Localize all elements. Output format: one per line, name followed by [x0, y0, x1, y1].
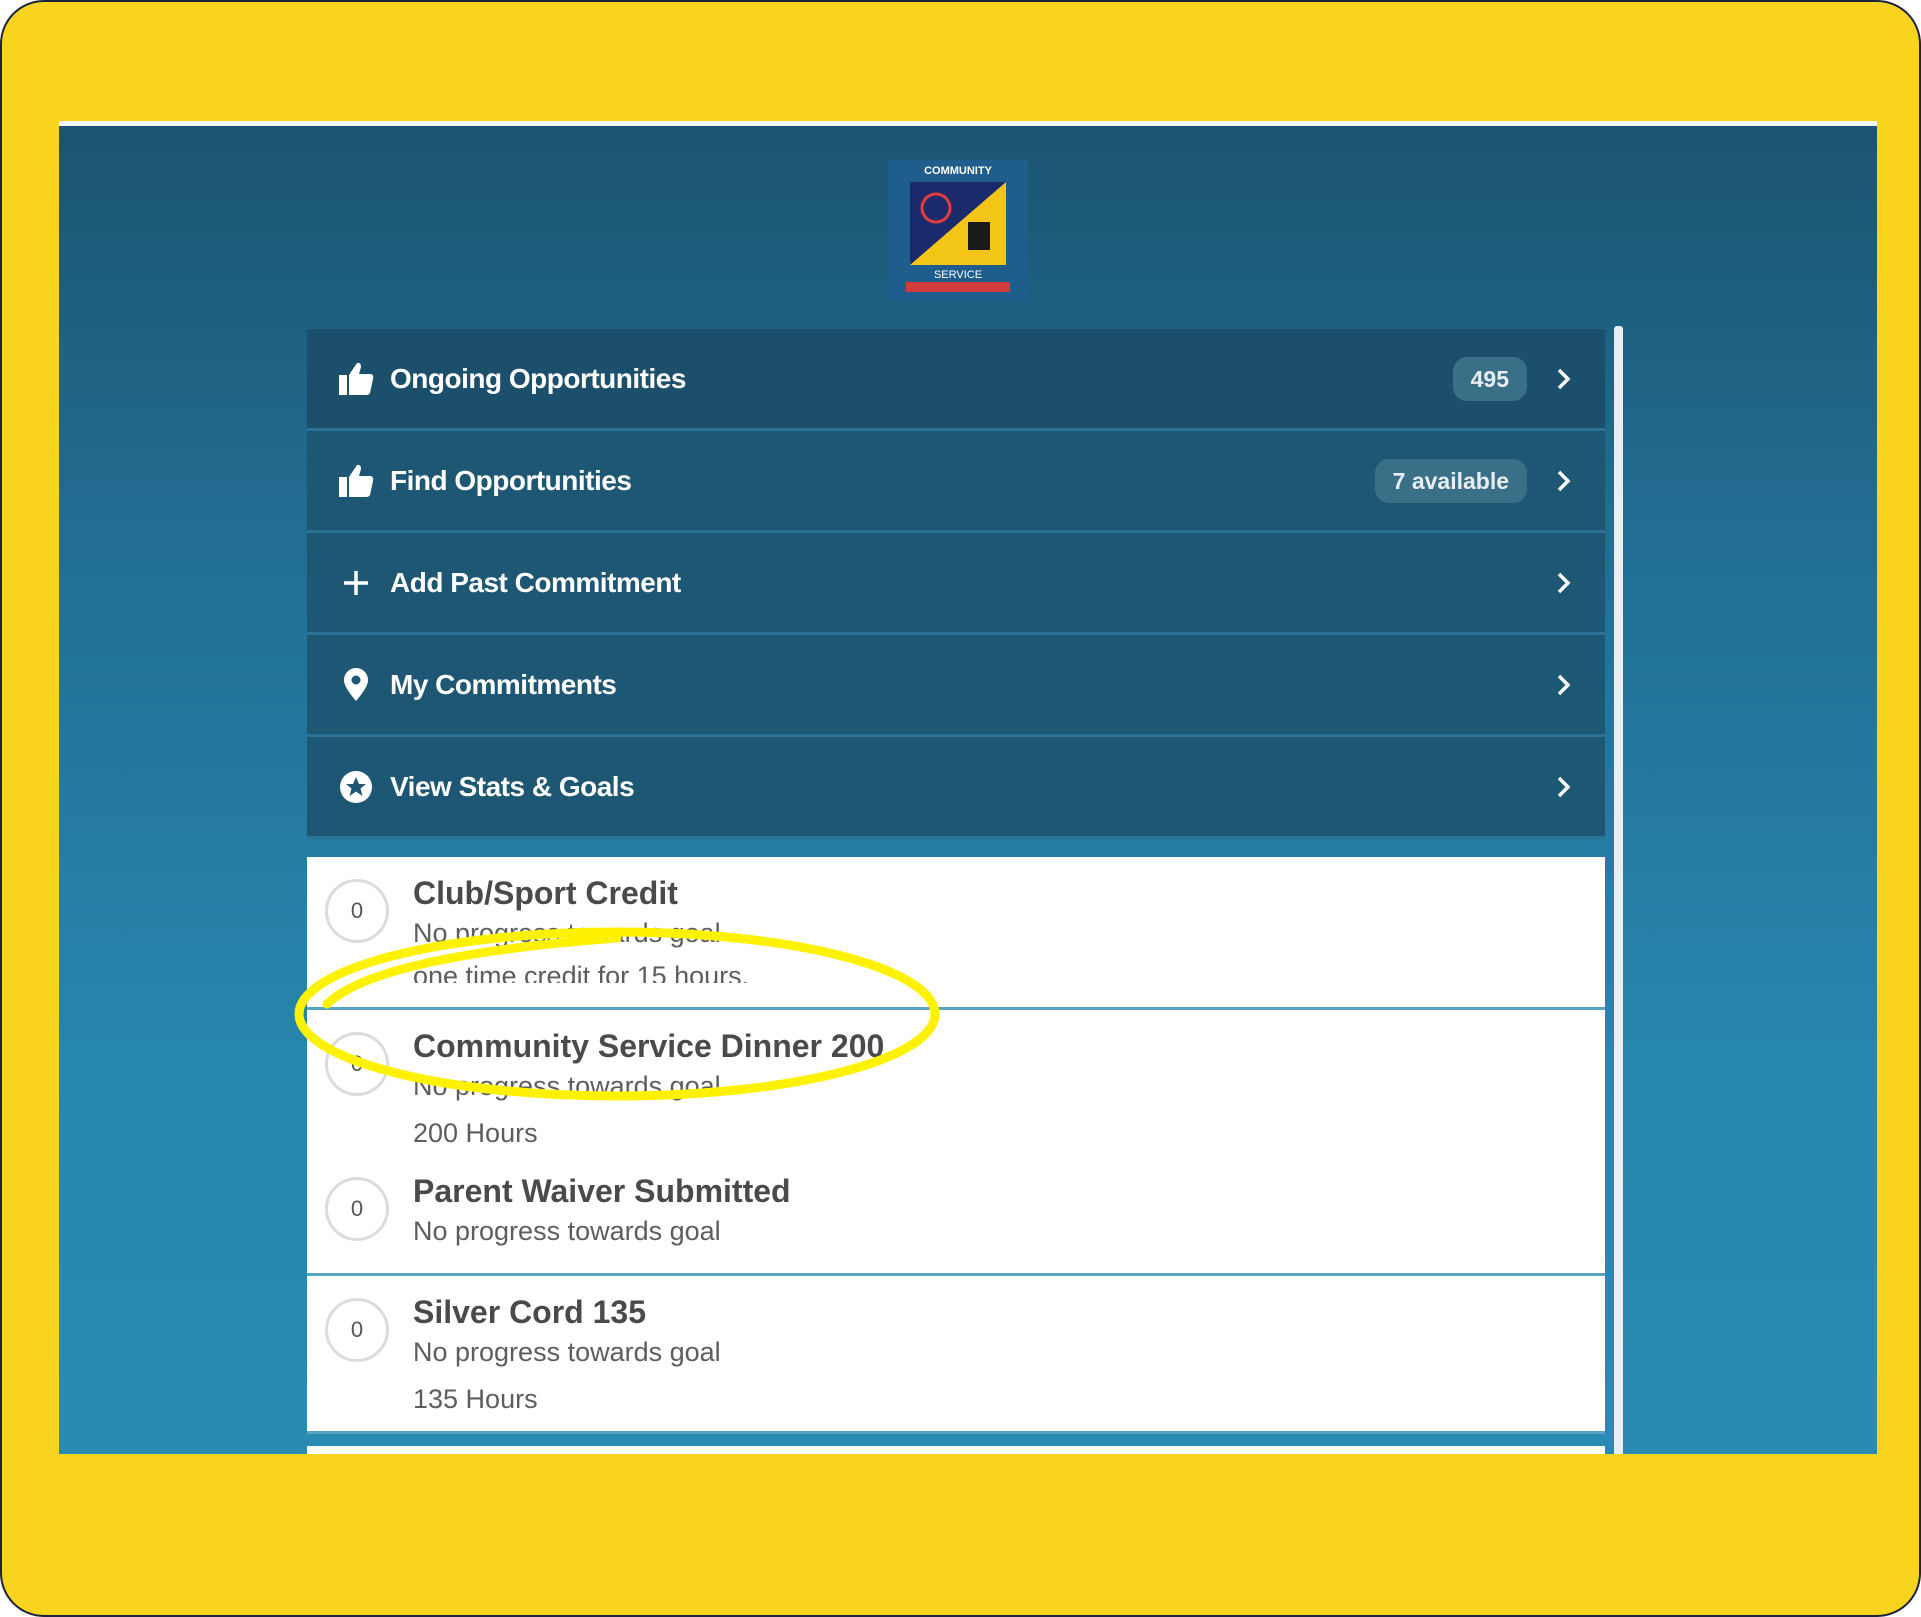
menu-item-add-past-commitment[interactable]: Add Past Commitment	[307, 533, 1605, 635]
goal-status: No progress towards goal	[413, 1337, 721, 1367]
goal-card[interactable]: 0 Club/Sport Credit No progress towards …	[307, 857, 1605, 1010]
goal-progress-circle: 0	[325, 1177, 389, 1241]
thumbs-up-icon	[332, 457, 380, 505]
goal-item[interactable]: 0 Parent Waiver Submitted No progress to…	[307, 1149, 1605, 1247]
star-circle-icon	[332, 763, 380, 811]
goal-progress-circle: 0	[325, 1298, 389, 1362]
goal-card[interactable]: 0 Community Service Dinner 200 No progre…	[307, 1010, 1605, 1276]
plus-icon	[332, 559, 380, 607]
menu-label: Ongoing Opportunities	[390, 362, 686, 394]
outer-frame: COMMUNITY SERVICE Ongoing Opportunities …	[0, 0, 1921, 1617]
menu-label: Add Past Commitment	[390, 566, 681, 598]
goal-status: No progress towards goal	[413, 1216, 721, 1246]
count-badge: 495	[1452, 356, 1527, 401]
goal-title: Silver Cord 135	[413, 1294, 646, 1330]
goal-title: Club/Sport Credit	[413, 875, 678, 911]
menu-item-find-opportunities[interactable]: Find Opportunities 7 available	[307, 431, 1605, 533]
goal-detail: one time credit for 15 hours.	[413, 961, 750, 983]
goal-title: Parent Waiver Submitted	[413, 1173, 791, 1209]
community-service-logo: COMMUNITY SERVICE	[888, 160, 1028, 300]
main-panel: Ongoing Opportunities 495 Find Opportuni…	[307, 329, 1605, 1434]
goal-detail: 200 Hours	[413, 1118, 538, 1148]
menu-item-ongoing-opportunities[interactable]: Ongoing Opportunities 495	[307, 329, 1605, 431]
goal-item[interactable]: 0 Silver Cord 135 No progress towards go…	[307, 1276, 1605, 1415]
goal-status: No progress towards goal	[413, 918, 721, 948]
chevron-right-icon	[1557, 470, 1571, 491]
menu-label: My Commitments	[390, 668, 617, 700]
chevron-right-icon	[1557, 368, 1571, 389]
goal-card[interactable]: 0 Silver Cord 135 No progress towards go…	[307, 1276, 1605, 1434]
goal-status: No progress towards goal	[413, 1071, 721, 1101]
menu-item-my-commitments[interactable]: My Commitments	[307, 635, 1605, 737]
goal-progress-circle: 0	[325, 1032, 389, 1096]
goal-detail: 135 Hours	[413, 1384, 538, 1414]
available-badge: 7 available	[1374, 458, 1527, 503]
goal-item[interactable]: 0 Community Service Dinner 200 No progre…	[307, 1010, 1605, 1149]
menu-label: View Stats & Goals	[390, 770, 635, 802]
menu-item-view-stats-goals[interactable]: View Stats & Goals	[307, 737, 1605, 839]
app-screen: COMMUNITY SERVICE Ongoing Opportunities …	[59, 121, 1877, 1454]
goal-item[interactable]: 0 Club/Sport Credit No progress towards …	[307, 857, 1605, 983]
svg-text:SERVICE: SERVICE	[934, 269, 982, 281]
chevron-right-icon	[1557, 674, 1571, 695]
goal-progress-circle: 0	[325, 879, 389, 943]
menu-label: Find Opportunities	[390, 464, 632, 496]
chevron-right-icon	[1557, 776, 1571, 797]
goal-title: Community Service Dinner 200	[413, 1028, 885, 1064]
scrollbar[interactable]	[1614, 326, 1623, 1454]
next-card-edge	[307, 1446, 1605, 1454]
chevron-right-icon	[1557, 572, 1571, 593]
map-pin-icon	[332, 661, 380, 709]
thumbs-up-icon	[332, 355, 380, 403]
goals-list: 0 Club/Sport Credit No progress towards …	[307, 857, 1605, 1434]
svg-text:COMMUNITY: COMMUNITY	[924, 165, 992, 177]
